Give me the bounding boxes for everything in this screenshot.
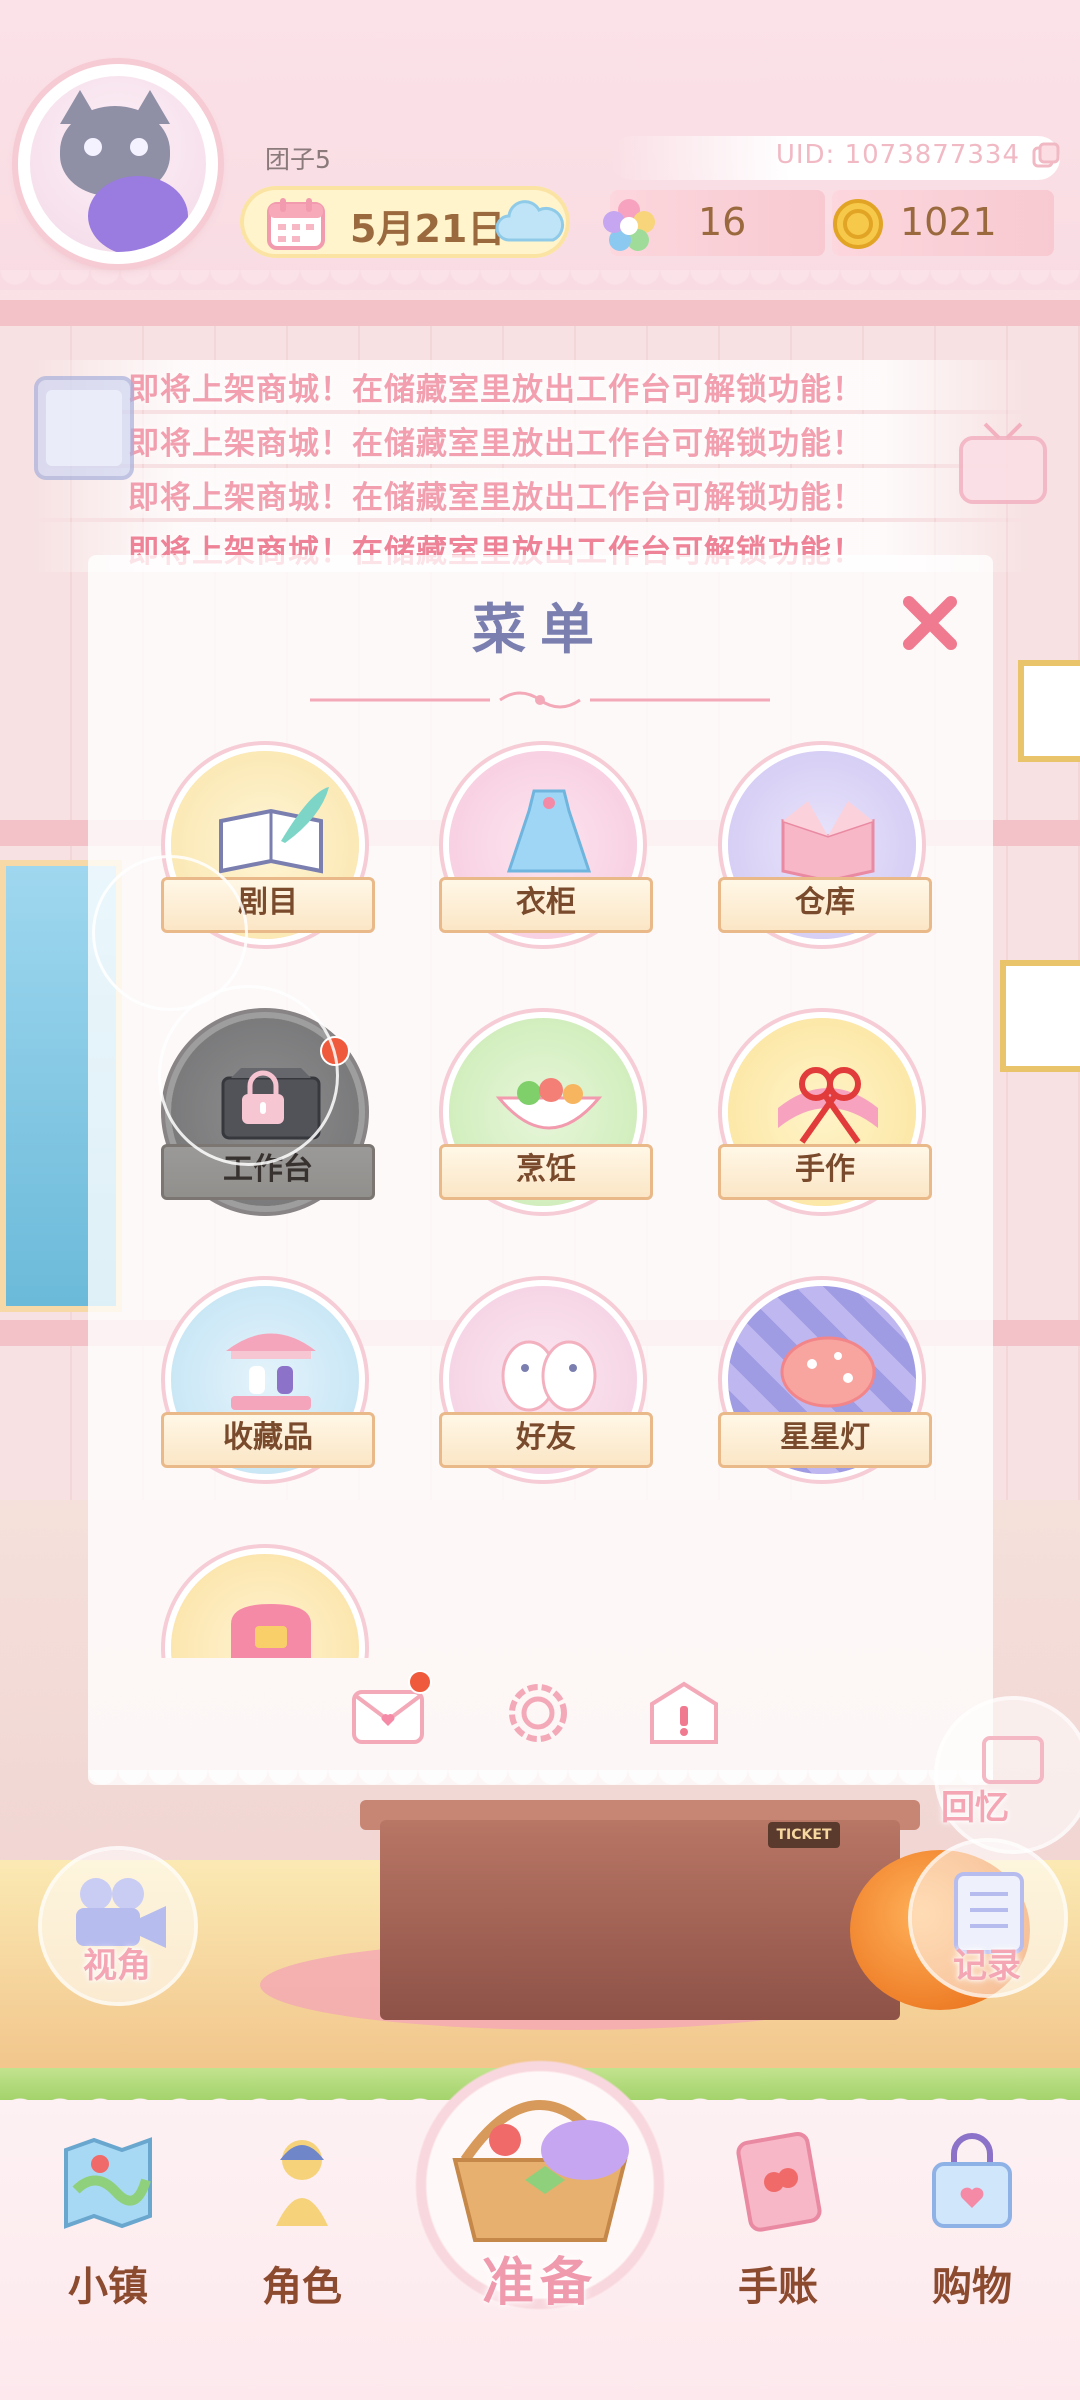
carousel-icon xyxy=(226,1333,316,1410)
diary-icon xyxy=(736,2132,822,2232)
nav-shopping-label: 购物 xyxy=(932,2264,1012,2310)
menu-title: 菜单 xyxy=(472,598,608,661)
announcement-text: 即将上架商城！在储藏室里放出工作台可解锁功能！ xyxy=(128,480,864,516)
nav-town[interactable]: 小镇 xyxy=(28,2130,188,2330)
cloud-icon xyxy=(495,200,565,242)
nav-notebook-label: 手账 xyxy=(738,2264,818,2310)
rainbow-flower-icon xyxy=(603,199,655,251)
nav-town-label: 小镇 xyxy=(68,2264,148,2310)
notification-dot xyxy=(408,1670,432,1694)
ticket-sign: TICKET xyxy=(768,1822,840,1848)
menu-tile-label: 收藏品 xyxy=(161,1412,375,1468)
sofa-icon xyxy=(231,1604,311,1658)
shopping-bag-icon xyxy=(932,2133,1012,2228)
dress-icon xyxy=(506,789,592,873)
menu-tile-handcraft[interactable]: 手作 xyxy=(718,1012,932,1212)
menu-scroll-clip xyxy=(160,1540,380,1658)
memo-book-icon[interactable] xyxy=(28,368,140,488)
nav-character-label: 角色 xyxy=(262,2264,342,2310)
avatar-image xyxy=(30,76,206,252)
uid-text: UID: 1073877334 xyxy=(775,140,1020,170)
menu-tile-star-lamp[interactable]: 星星灯 xyxy=(718,1280,932,1480)
menu-tile-label: 仓库 xyxy=(718,877,932,933)
player-avatar[interactable] xyxy=(18,64,218,264)
gem-count: 16 xyxy=(698,200,747,244)
header-scallop xyxy=(0,270,1080,300)
menu-tile-cooking[interactable]: 烹饪 xyxy=(439,1012,653,1212)
nav-shopping[interactable]: 购物 xyxy=(892,2130,1052,2330)
friends-icon xyxy=(501,1340,597,1412)
announcement-text: 即将上架商城！在储藏室里放出工作台可解锁功能！ xyxy=(128,426,864,462)
nav-character[interactable]: 角色 xyxy=(222,2130,382,2330)
menu-tile-furniture[interactable] xyxy=(165,1548,365,1658)
star-lamp-icon xyxy=(780,1336,876,1408)
panel-scallop xyxy=(88,1770,993,1800)
cooking-pot-icon xyxy=(495,1078,603,1130)
record-label: 记录 xyxy=(953,1946,1021,1986)
book-quill-icon xyxy=(219,787,329,874)
menu-tile-label: 星星灯 xyxy=(718,1412,932,1468)
menu-tile-friends[interactable]: 好友 xyxy=(439,1280,653,1480)
settings-icon[interactable] xyxy=(500,1678,576,1748)
tutorial-highlight-ring xyxy=(92,855,248,1011)
character-icon xyxy=(276,2140,328,2226)
announcement-text: 即将上架商城！在储藏室里放出工作台可解锁功能！ xyxy=(128,372,864,408)
picture-frame xyxy=(1018,660,1080,762)
tutorial-highlight-ring xyxy=(158,985,339,1166)
notice-icon[interactable] xyxy=(646,1678,722,1748)
menu-tile-collections[interactable]: 收藏品 xyxy=(161,1280,375,1480)
copy-icon[interactable] xyxy=(1032,142,1060,170)
picnic-basket-icon xyxy=(452,2100,629,2242)
menu-tile-wardrobe[interactable]: 衣柜 xyxy=(439,745,653,945)
picture-frame xyxy=(1000,960,1080,1072)
storage-box-icon xyxy=(781,801,875,881)
menu-tile-label: 手作 xyxy=(718,1144,932,1200)
nav-prepare-label: 准备 xyxy=(481,2253,598,2313)
date-text: 5月21日 xyxy=(350,207,506,251)
title-divider xyxy=(310,691,770,709)
menu-tile-storage[interactable]: 仓库 xyxy=(718,745,932,945)
memory-label: 回忆 xyxy=(941,1788,1009,1828)
coin-icon xyxy=(833,199,883,249)
map-icon xyxy=(64,2137,152,2229)
ad-tv-icon[interactable] xyxy=(955,420,1051,508)
menu-tile-label: 衣柜 xyxy=(439,877,653,933)
calendar-icon xyxy=(267,198,325,250)
wall-trim xyxy=(0,300,1080,326)
nav-notebook[interactable]: 手账 xyxy=(698,2130,858,2330)
menu-tile-label: 好友 xyxy=(439,1412,653,1468)
reception-desk xyxy=(380,1820,900,2020)
scissors-icon xyxy=(778,1067,878,1144)
menu-tile-label: 烹饪 xyxy=(439,1144,653,1200)
camera-view-label: 视角 xyxy=(83,1946,151,1986)
coin-count: 1021 xyxy=(900,200,997,244)
close-icon[interactable] xyxy=(895,588,965,658)
player-name: 团子5 xyxy=(265,145,331,174)
